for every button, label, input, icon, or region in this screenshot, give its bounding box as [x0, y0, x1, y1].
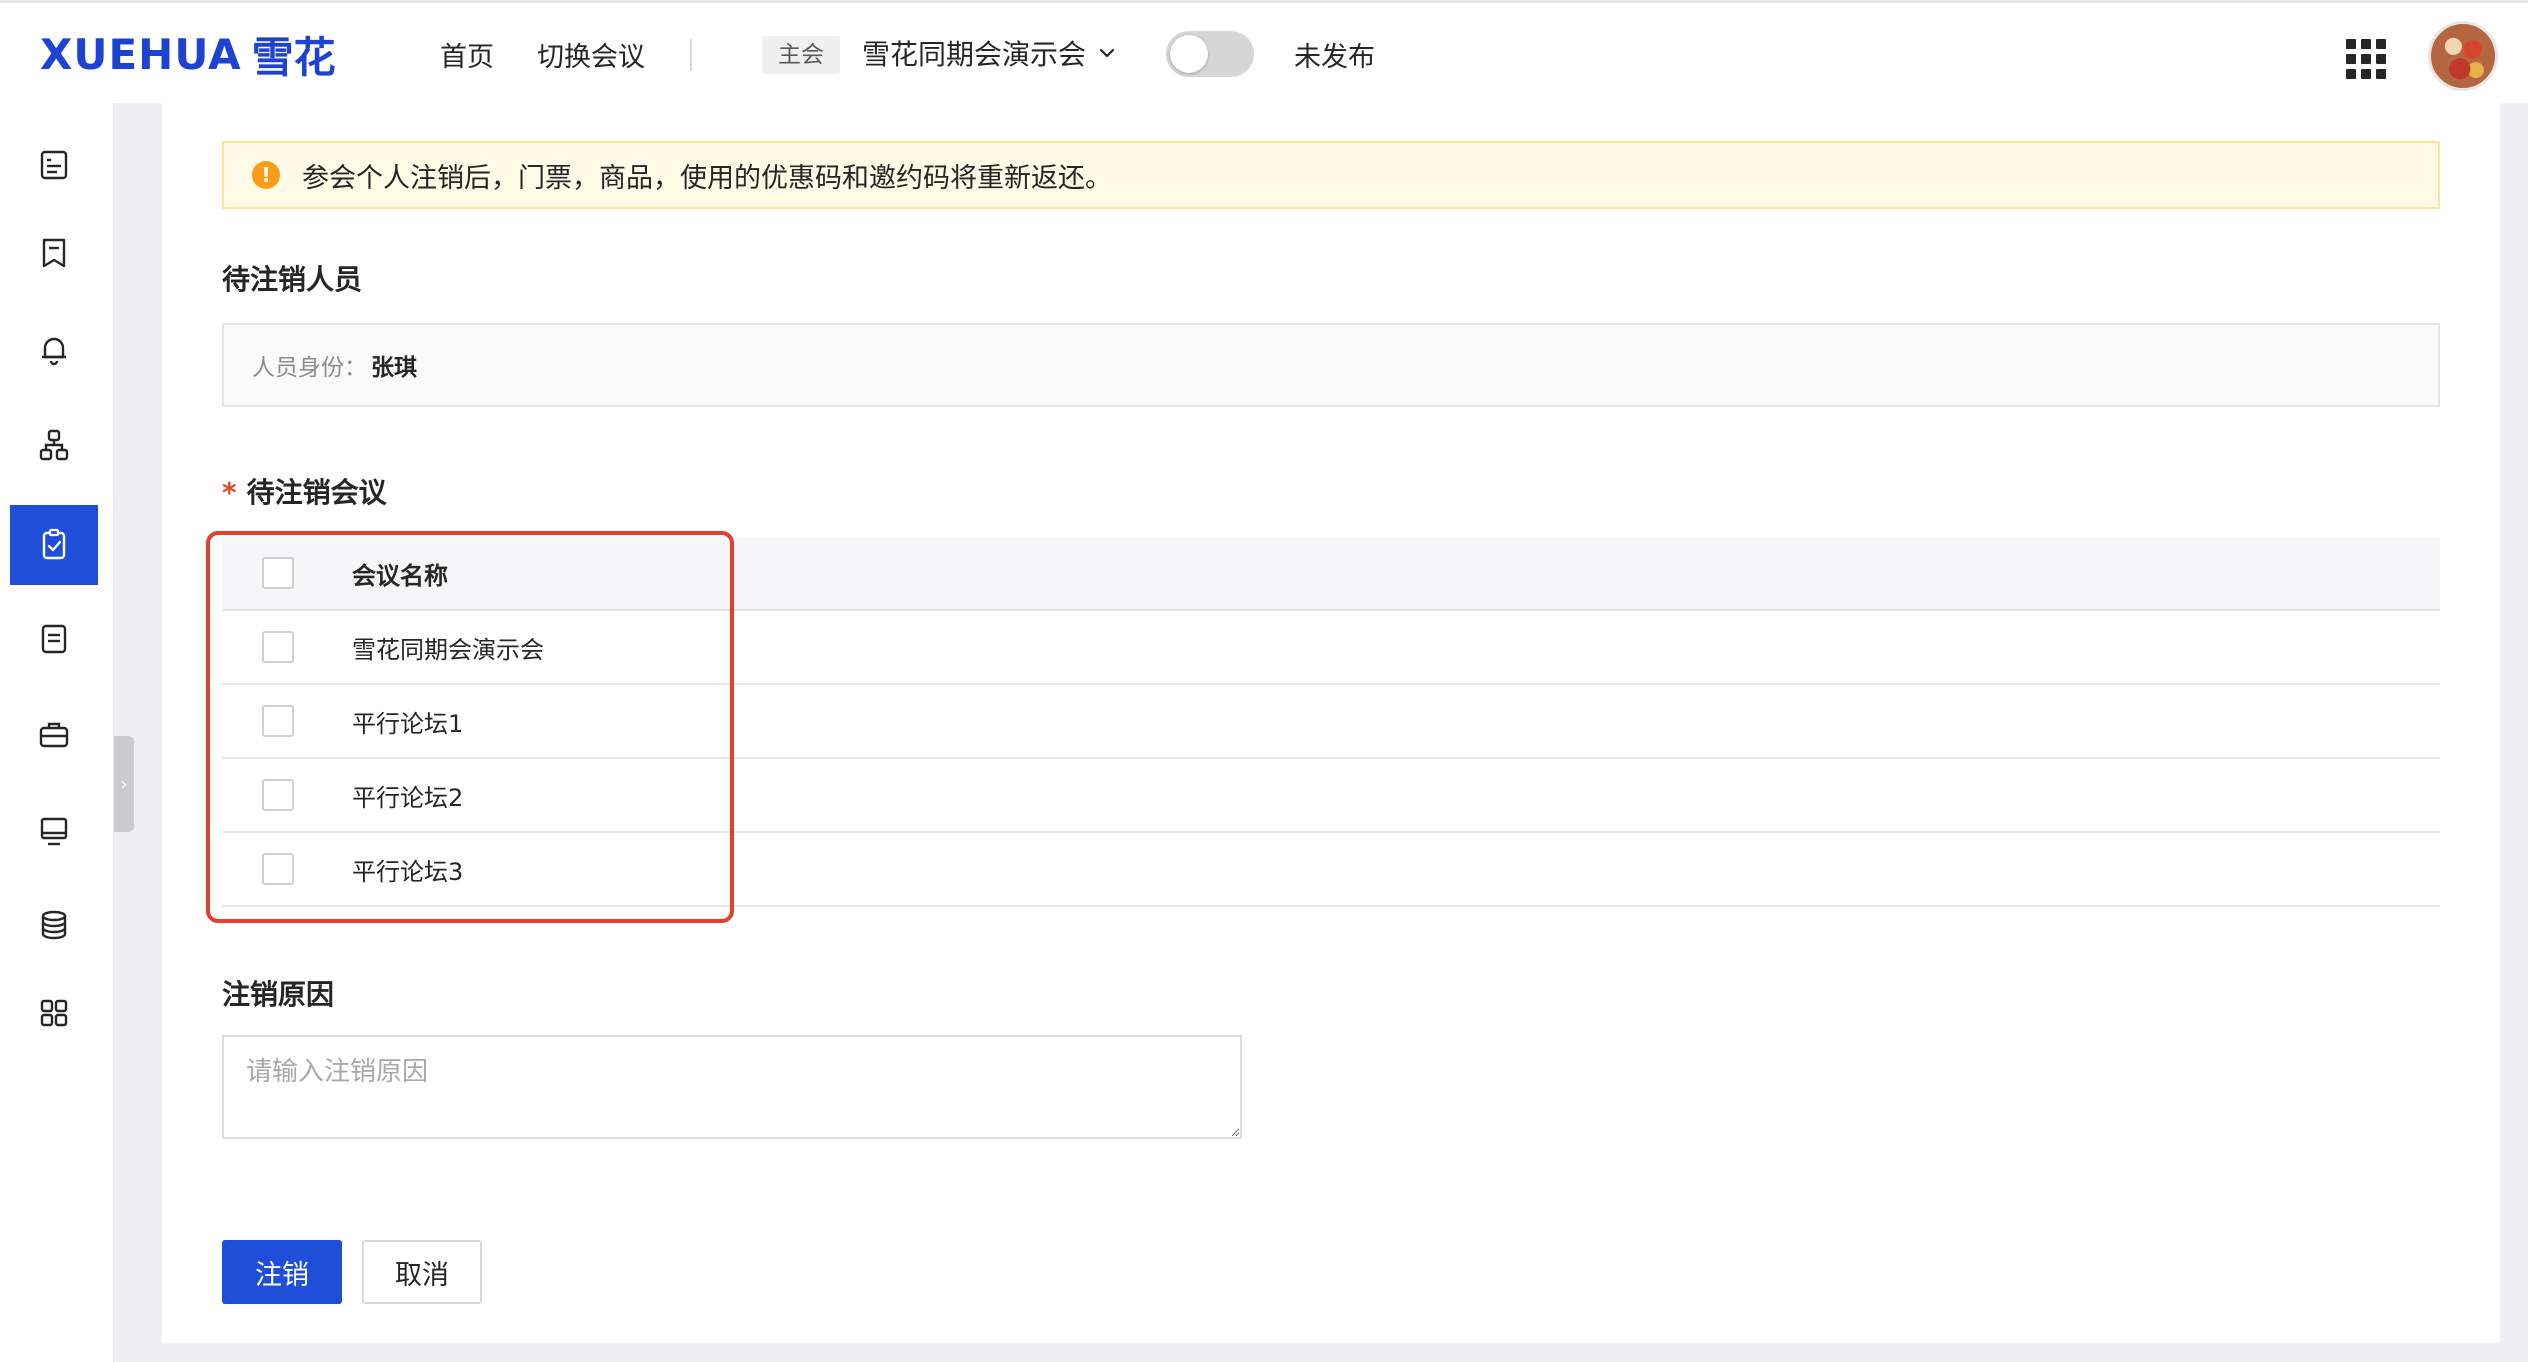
identity-label: 人员身份：	[252, 355, 367, 381]
pending-person-box: 人员身份： 张琪	[222, 323, 2440, 407]
monitor-icon	[40, 817, 68, 846]
sidebar-item-apps[interactable]	[10, 973, 98, 1053]
sidebar-item-briefcase[interactable]	[10, 695, 98, 775]
table-header-row: 会议名称	[222, 537, 2440, 611]
briefcase-icon	[39, 722, 69, 748]
meetings-table: 会议名称 雪花同期会演示会 平行论坛1 平行论坛2 平行论坛3	[222, 537, 2440, 907]
submit-cancel-registration-button[interactable]: 注销	[222, 1240, 342, 1304]
meeting-name-cell: 平行论坛2	[352, 783, 464, 812]
toggle-knob	[1170, 35, 1208, 73]
pending-meetings-title: * 待注销会议	[222, 471, 387, 511]
row-checkbox[interactable]	[262, 705, 294, 737]
table-row: 雪花同期会演示会	[222, 611, 2440, 685]
bookmark-icon	[42, 238, 66, 268]
meeting-name-cell: 平行论坛1	[352, 709, 464, 738]
meeting-name-cell: 平行论坛3	[352, 857, 464, 886]
chevron-right-icon: ›	[120, 773, 128, 795]
xuehua-logo[interactable]: XUEHUA 雪花	[40, 25, 336, 83]
row-checkbox[interactable]	[262, 853, 294, 885]
checklist-icon	[42, 528, 66, 560]
user-avatar[interactable]	[2428, 21, 2498, 91]
required-star: *	[222, 476, 237, 509]
nav-home-link[interactable]: 首页	[440, 35, 494, 74]
warning-icon: !	[252, 161, 280, 189]
conference-selector-label: 雪花同期会演示会	[862, 38, 1087, 71]
warning-notice: ! 参会个人注销后，门票，商品，使用的优惠码和邀约码将重新返还。	[222, 141, 2440, 209]
org-chart-icon	[39, 429, 69, 461]
logo-cjk-text: 雪花	[251, 32, 336, 82]
sidebar-item-organization[interactable]	[10, 405, 98, 485]
list-doc-icon	[40, 150, 68, 180]
sidebar-item-screen[interactable]	[10, 791, 98, 871]
reason-textarea[interactable]	[222, 1035, 1242, 1139]
identity-value: 张琪	[371, 355, 417, 381]
app-grid-icon[interactable]	[2346, 39, 2386, 79]
conference-selector[interactable]: 雪花同期会演示会	[862, 33, 1116, 73]
pending-person-title: 待注销人员	[222, 263, 363, 296]
row-checkbox[interactable]	[262, 631, 294, 663]
logo-latin-text: XUEHUA	[40, 29, 242, 79]
reason-title: 注销原因	[222, 978, 335, 1011]
sidebar-item-bookmark[interactable]	[10, 213, 98, 293]
table-row: 平行论坛1	[222, 685, 2440, 759]
chevron-down-icon	[1099, 48, 1115, 58]
nav-switch-conference-link[interactable]: 切换会议	[537, 35, 645, 74]
sidebar-item-notifications[interactable]	[10, 309, 98, 389]
database-icon	[41, 910, 67, 940]
row-checkbox[interactable]	[262, 779, 294, 811]
select-all-checkbox[interactable]	[262, 557, 294, 589]
column-header-meeting-name: 会议名称	[352, 561, 448, 590]
main-conference-badge: 主会	[762, 36, 840, 74]
cancel-button[interactable]: 取消	[362, 1240, 482, 1304]
publish-toggle[interactable]	[1166, 31, 1254, 77]
sidebar-item-checklist[interactable]	[10, 505, 98, 585]
meeting-name-cell: 雪花同期会演示会	[352, 635, 544, 664]
table-row: 平行论坛2	[222, 759, 2440, 833]
sidebar-collapse-handle[interactable]: ›	[114, 736, 134, 832]
bell-icon	[42, 337, 66, 366]
left-sidebar	[0, 103, 114, 1362]
pending-meetings-title-text: 待注销会议	[246, 476, 387, 509]
grid-apps-icon	[40, 999, 68, 1027]
main-content: ! 参会个人注销后，门票，商品，使用的优惠码和邀约码将重新返还。 待注销人员 人…	[162, 103, 2500, 1343]
top-header: XUEHUA 雪花 首页 切换会议 主会 雪花同期会演示会 未发布	[0, 0, 2528, 103]
publish-status-text: 未发布	[1294, 42, 1375, 73]
document-icon	[41, 624, 67, 654]
nav-divider	[690, 39, 692, 71]
table-row: 平行论坛3	[222, 833, 2440, 907]
sidebar-item-documents[interactable]	[10, 599, 98, 679]
notice-text: 参会个人注销后，门票，商品，使用的优惠码和邀约码将重新返还。	[302, 162, 1112, 194]
sidebar-item-data[interactable]	[10, 885, 98, 965]
sidebar-item-list[interactable]	[10, 125, 98, 205]
